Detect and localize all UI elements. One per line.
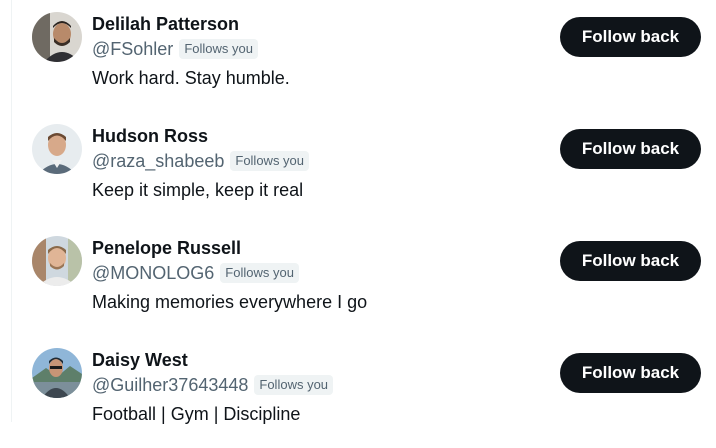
user-handle[interactable]: @MONOLOG6 — [92, 261, 214, 285]
avatar-photo — [32, 348, 82, 398]
user-cell[interactable]: Penelope Russell @MONOLOG6 Follows you M… — [12, 224, 716, 336]
follows-you-badge: Follows you — [179, 39, 258, 59]
avatar[interactable] — [32, 124, 82, 174]
user-name[interactable]: Hudson Ross — [92, 124, 532, 148]
follow-back-button[interactable]: Follow back — [560, 241, 701, 281]
avatar[interactable] — [32, 348, 82, 398]
follows-you-badge: Follows you — [220, 263, 299, 283]
user-bio: Work hard. Stay humble. — [92, 68, 290, 88]
avatar-photo — [32, 236, 82, 286]
user-name[interactable]: Delilah Patterson — [92, 12, 532, 36]
user-info: Hudson Ross @raza_shabeeb Follows you Ke… — [92, 124, 532, 202]
follow-back-button[interactable]: Follow back — [560, 129, 701, 169]
user-handle[interactable]: @raza_shabeeb — [92, 149, 224, 173]
handle-line: @raza_shabeeb Follows you — [92, 148, 532, 174]
avatar-photo — [32, 124, 82, 174]
user-info: Daisy West @Guilher37643448 Follows you … — [92, 348, 532, 426]
user-info: Delilah Patterson @FSohler Follows you W… — [92, 12, 532, 90]
user-handle[interactable]: @FSohler — [92, 37, 173, 61]
user-bio: Making memories everywhere I go — [92, 292, 368, 312]
handle-line: @Guilher37643448 Follows you — [92, 372, 532, 398]
follow-back-button[interactable]: Follow back — [560, 353, 701, 393]
avatar[interactable] — [32, 12, 82, 62]
follows-you-badge: Follows you — [230, 151, 310, 171]
handle-line: @MONOLOG6 Follows you — [92, 260, 532, 286]
user-cell[interactable]: Hudson Ross @raza_shabeeb Follows you Ke… — [12, 112, 716, 224]
followers-list: Delilah Patterson @FSohler Follows you W… — [12, 0, 716, 424]
user-cell[interactable]: Daisy West @Guilher37643448 Follows you … — [12, 336, 716, 448]
user-bio: Football | Gym | Discipline — [92, 404, 301, 424]
follows-you-badge: Follows you — [254, 375, 334, 395]
user-name[interactable]: Daisy West — [92, 348, 532, 372]
avatar-photo — [32, 12, 82, 62]
user-bio: Keep it simple, keep it real — [92, 180, 304, 200]
user-info: Penelope Russell @MONOLOG6 Follows you M… — [92, 236, 532, 314]
user-handle[interactable]: @Guilher37643448 — [92, 373, 248, 397]
avatar[interactable] — [32, 236, 82, 286]
user-cell[interactable]: Delilah Patterson @FSohler Follows you W… — [12, 0, 716, 112]
handle-line: @FSohler Follows you — [92, 36, 532, 62]
user-name[interactable]: Penelope Russell — [92, 236, 532, 260]
follow-back-button[interactable]: Follow back — [560, 17, 701, 57]
